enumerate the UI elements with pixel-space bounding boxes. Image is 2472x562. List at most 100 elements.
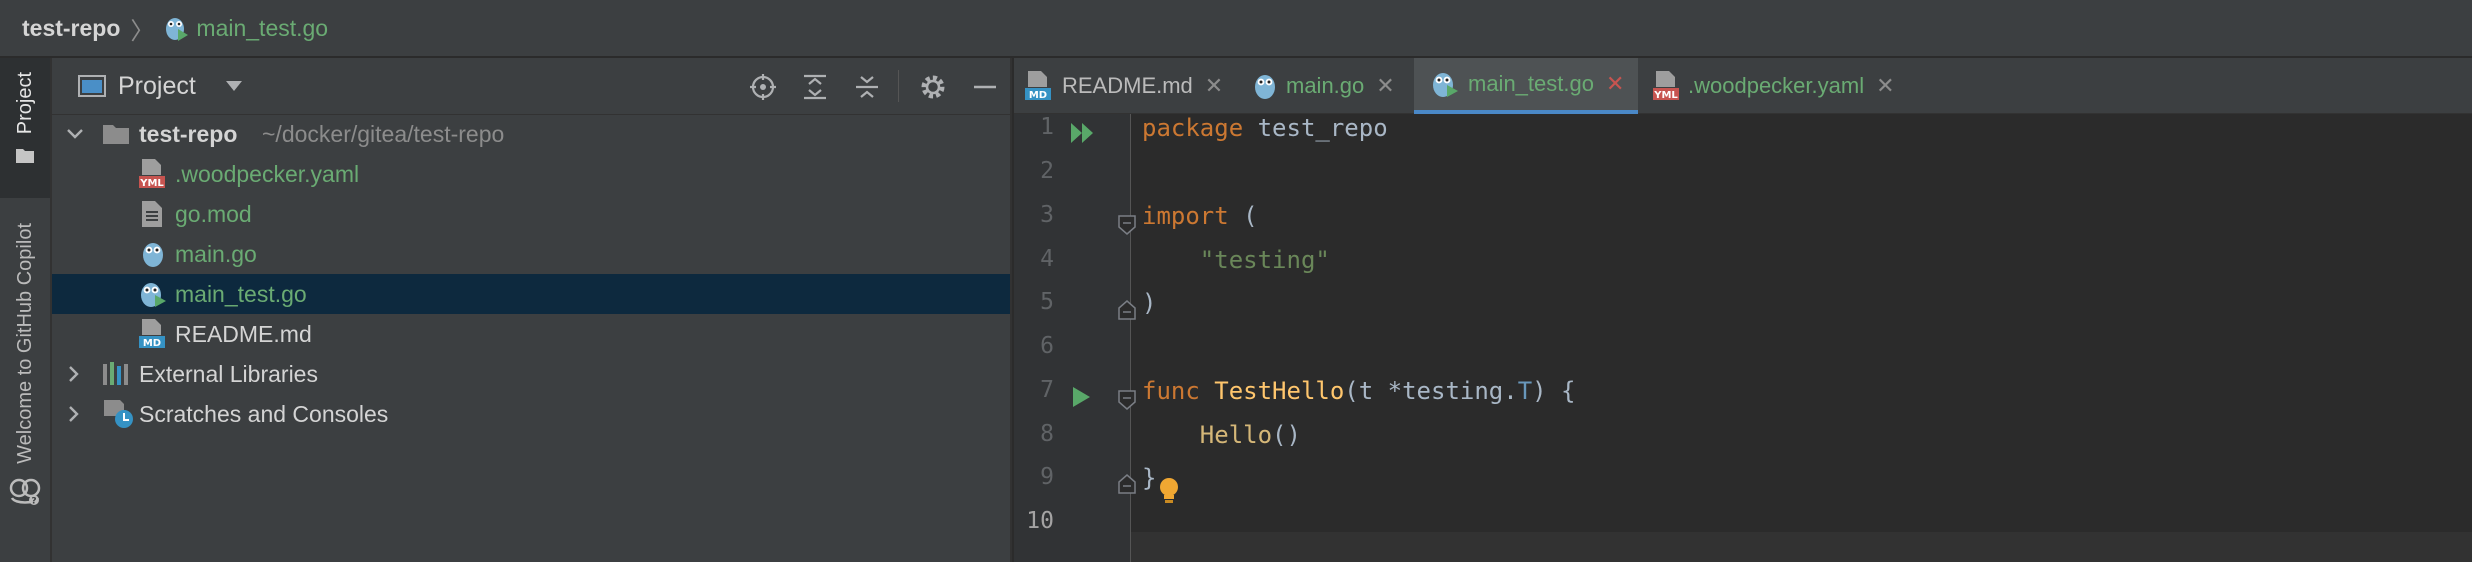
breadcrumb-file[interactable]: main_test.go — [196, 15, 328, 42]
code-line[interactable]: import ( — [1142, 202, 1258, 230]
markdown-file-icon: MD — [138, 318, 170, 350]
library-icon — [102, 361, 132, 387]
code-line[interactable]: Hello() — [1142, 421, 1301, 449]
tree-file-row-selected[interactable]: main_test.go — [52, 274, 1010, 314]
svg-text:YML: YML — [1653, 90, 1678, 101]
close-icon[interactable]: ✕ — [1376, 73, 1394, 99]
lightbulb-icon[interactable] — [1158, 477, 1180, 505]
tree-root-row[interactable]: test-repo ~/docker/gitea/test-repo — [52, 114, 1010, 154]
run-test-icon[interactable] — [1072, 386, 1092, 408]
go-file-icon — [1254, 72, 1276, 100]
code-text: ) — [1142, 289, 1157, 317]
tab-label: main.go — [1286, 73, 1365, 98]
svg-text:MD: MD — [143, 338, 161, 349]
keyword: import — [1142, 202, 1229, 230]
line-number: 4 — [1040, 246, 1054, 272]
code-text: () — [1272, 421, 1301, 449]
folder-icon — [102, 122, 130, 146]
line-number: 8 — [1040, 421, 1054, 447]
external-libraries-label: External Libraries — [139, 360, 318, 387]
hide-panel-icon[interactable] — [970, 72, 1000, 102]
gear-icon[interactable] — [918, 72, 948, 102]
tree-file-row[interactable]: MD README.md — [52, 314, 1010, 354]
scratches-icon — [102, 398, 136, 430]
fold-end-icon[interactable] — [1118, 474, 1136, 494]
code-editor[interactable]: 1 2 3 4 5 6 7 8 9 10 package test_repo i… — [1014, 114, 2472, 562]
close-icon[interactable]: ✕ — [1876, 73, 1894, 99]
code-text: test_repo — [1243, 114, 1388, 142]
scratches-label: Scratches and Consoles — [139, 400, 389, 427]
tree-root-path: ~/docker/gitea/test-repo — [262, 120, 505, 147]
project-view-icon — [78, 74, 106, 98]
copilot-icon: ? — [8, 476, 42, 506]
code-line[interactable]: package test_repo — [1142, 114, 1388, 142]
chevron-right-icon[interactable] — [68, 405, 80, 423]
chevron-right-icon[interactable] — [68, 365, 80, 383]
copilot-tool-tab[interactable]: Welcome to GitHub Copilot ? — [0, 223, 50, 553]
tree-file-row[interactable]: go.mod — [52, 194, 1010, 234]
chevron-down-icon[interactable] — [66, 128, 84, 140]
code-line[interactable]: } — [1142, 464, 1156, 492]
view-dropdown-icon[interactable] — [225, 81, 242, 91]
breadcrumb-root[interactable]: test-repo — [22, 15, 120, 42]
line-number: 3 — [1040, 202, 1054, 228]
project-panel: Project test-repo ~/docker/gitea/test-re… — [52, 58, 1012, 562]
project-panel-header: Project — [52, 58, 1010, 115]
function-call: Hello — [1142, 421, 1273, 449]
folder-icon — [15, 146, 35, 164]
tab-label: main_test.go — [1468, 71, 1594, 96]
text-file-icon — [140, 200, 164, 228]
code-text: } — [1142, 464, 1157, 492]
go-test-file-icon — [164, 15, 189, 41]
tree-file-name: main.go — [175, 240, 257, 267]
tree-file-row[interactable]: YML .woodpecker.yaml — [52, 154, 1010, 194]
fold-start-icon[interactable] — [1118, 215, 1136, 235]
fold-end-icon[interactable] — [1118, 300, 1136, 320]
copilot-tool-tab-label: Welcome to GitHub Copilot — [13, 223, 36, 464]
tree-file-name: main_test.go — [175, 280, 307, 307]
code-text: ( — [1228, 202, 1258, 230]
scratches-row[interactable]: Scratches and Consoles — [52, 394, 1010, 434]
keyword: func — [1142, 377, 1200, 405]
tree-file-row[interactable]: main.go — [52, 234, 1010, 274]
expand-all-icon[interactable] — [800, 72, 830, 102]
editor-tab-woodpecker[interactable]: YML .woodpecker.yaml ✕ — [1652, 58, 1895, 114]
editor-tab-main-go[interactable]: main.go ✕ — [1254, 58, 1395, 114]
tab-label: README.md — [1062, 73, 1193, 98]
line-number: 10 — [1026, 508, 1054, 534]
editor-tab-main-test-go[interactable]: main_test.go ✕ — [1414, 58, 1638, 114]
tool-window-strip: Project Welcome to GitHub Copilot ? — [0, 58, 52, 562]
editor-gutter: 1 2 3 4 5 6 7 8 9 10 — [1014, 114, 1136, 562]
project-tool-tab[interactable]: Project — [0, 58, 50, 198]
breadcrumb-separator: 〉 — [130, 17, 155, 45]
run-all-tests-icon[interactable] — [1070, 122, 1096, 144]
code-line[interactable]: ) — [1142, 289, 1156, 317]
tab-label: .woodpecker.yaml — [1688, 73, 1865, 98]
locate-file-icon[interactable] — [748, 72, 778, 102]
keyword: package — [1142, 114, 1244, 142]
tree-file-name: README.md — [175, 320, 312, 347]
markdown-file-icon: MD — [1024, 70, 1054, 102]
close-icon[interactable]: ✕ — [1606, 71, 1624, 97]
current-line-highlight — [1131, 532, 2472, 562]
yaml-file-icon: YML — [138, 158, 170, 190]
go-test-file-icon — [1432, 70, 1458, 98]
yaml-file-icon: YML — [1652, 70, 1682, 102]
close-icon[interactable]: ✕ — [1205, 73, 1223, 99]
go-file-icon — [142, 240, 164, 268]
header-divider — [898, 70, 899, 102]
collapse-all-icon[interactable] — [852, 72, 882, 102]
code-text: (t *testing. — [1344, 377, 1518, 405]
line-number: 1 — [1040, 114, 1054, 140]
svg-text:MD: MD — [1029, 90, 1047, 101]
external-libraries-row[interactable]: External Libraries — [52, 354, 1010, 394]
line-number: 5 — [1040, 289, 1054, 315]
tree-file-name: .woodpecker.yaml — [175, 160, 360, 187]
go-test-file-icon — [140, 280, 166, 308]
editor-tab-readme[interactable]: MD README.md ✕ — [1024, 58, 1223, 114]
tree-file-name: go.mod — [175, 200, 252, 227]
code-line[interactable]: func TestHello(t *testing.T) { — [1142, 377, 1576, 405]
code-line[interactable]: "testing" — [1142, 246, 1330, 274]
type-name: T — [1517, 377, 1533, 405]
fold-start-icon[interactable] — [1118, 390, 1136, 410]
